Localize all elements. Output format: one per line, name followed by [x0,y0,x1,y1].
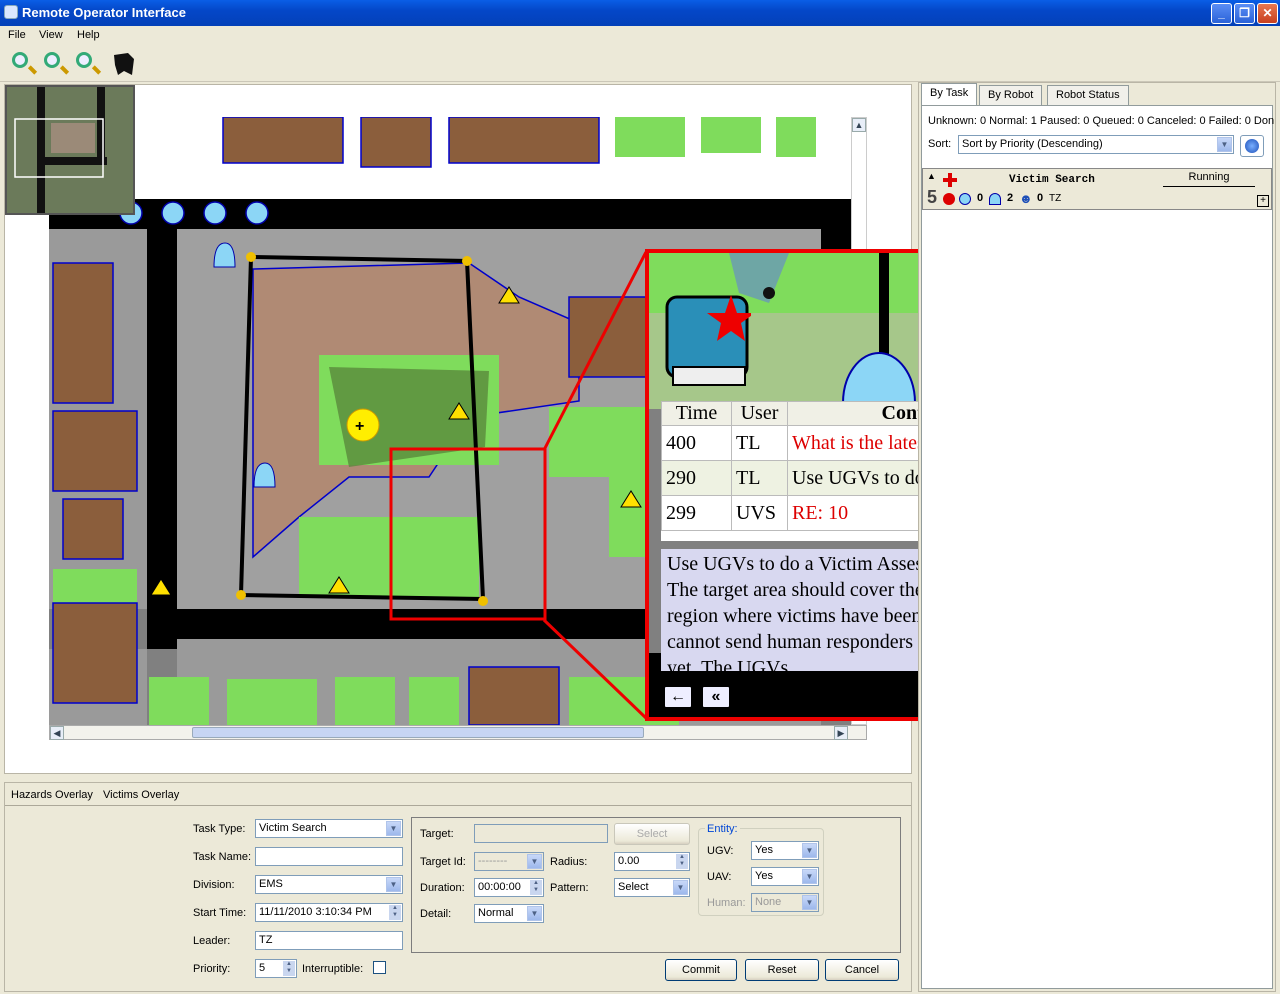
task-priority: 5 [927,187,938,207]
tab-victims-overlay[interactable]: Victims Overlay [103,789,179,801]
chevron-down-icon: ▼ [802,895,817,910]
uav-icon [989,193,1001,205]
uav-select[interactable]: Yes ▼ [751,867,819,886]
task-name-input[interactable] [255,847,403,866]
pattern-select[interactable]: Select ▼ [614,878,690,897]
duration-label: Duration: [420,882,465,894]
chevron-down-icon: ▼ [386,877,401,892]
col-time[interactable]: Time [661,401,732,426]
task-status: Running [1163,171,1255,187]
ugv-label: UGV: [707,845,734,857]
entity-label: Entity: [705,823,740,835]
no-entry-icon [943,193,955,205]
tab-hazards-overlay[interactable]: Hazards Overlay [11,789,93,801]
chevron-down-icon: ▼ [1217,137,1232,152]
tab-by-robot[interactable]: By Robot [979,85,1043,105]
task-name-label: Task Name: [193,851,252,863]
sort-select[interactable]: Sort by Priority (Descending) ▼ [958,135,1234,154]
pattern-label: Pattern: [550,882,589,894]
target-id-select[interactable]: -------- ▼ [474,852,544,871]
sort-label: Sort: [928,138,952,150]
commit-button[interactable]: Commit [665,959,737,981]
human-count: 0 [1037,192,1044,204]
task-form-panel: Hazards Overlay Victims Overlay Task Typ… [4,782,912,992]
spinner-icon[interactable]: ▲ ▼ [676,854,688,869]
chevron-down-icon: ▼ [527,906,542,921]
priority-label: Priority: [193,963,231,975]
radius-input[interactable]: 0.00 ▲ ▼ [614,852,690,871]
task-card[interactable]: ▲ Victim Search Running 5 0 2 ☻ 0 TZ + [922,168,1272,210]
spinner-icon[interactable]: ▲ ▼ [389,905,401,920]
target-select-button[interactable]: Select [614,823,690,845]
detail-select[interactable]: Normal ▼ [474,904,544,923]
chevron-down-icon: ▼ [802,843,817,858]
back-arrow-icon[interactable]: ← [663,685,693,709]
chevron-down-icon: ▼ [386,821,401,836]
globe-icon [1245,139,1259,153]
globe-button[interactable] [1240,135,1264,157]
task-type-label: Task Type: [193,823,246,835]
spinner-icon[interactable]: ▲ ▼ [530,880,542,895]
uav-count: 2 [1007,192,1014,204]
start-time-input[interactable]: 11/11/2010 3:10:34 PM ▲ ▼ [255,903,403,922]
chevron-down-icon: ▼ [673,880,688,895]
collapse-chat-icon[interactable]: « [701,685,731,709]
task-type-select[interactable]: Victim Search ▼ [255,819,403,838]
chevron-down-icon: ▼ [802,869,817,884]
uav-label: UAV: [707,871,732,883]
start-time-label: Start Time: [193,907,247,919]
expand-icon[interactable]: + [1257,195,1269,207]
chevron-down-icon: ▼ [527,854,542,869]
task-leader: TZ [1049,193,1062,204]
target-id-label: Target Id: [420,856,466,868]
collapse-icon[interactable]: ▲ [927,171,936,181]
leader-input[interactable]: TZ [255,931,403,950]
reset-button[interactable]: Reset [745,959,819,981]
interruptible-checkbox[interactable] [373,961,386,974]
ugv-count: 0 [977,192,984,204]
tab-robot-status[interactable]: Robot Status [1047,85,1129,105]
radius-label: Radius: [550,856,588,868]
target-label: Target: [420,828,454,840]
task-status-summary: Unknown: 0 Normal: 1 Paused: 0 Queued: 0… [928,115,1275,127]
leader-label: Leader: [193,935,231,947]
notebook-alert-icon[interactable] [665,289,755,389]
ugv-icon [959,193,971,205]
division-label: Division: [193,879,235,891]
task-panel: By Task By Robot Robot Status Unknown: 0… [918,82,1276,992]
human-select[interactable]: None ▼ [751,893,819,912]
medical-cross-icon [943,173,957,187]
duration-input[interactable]: 00:00:00 ▲ ▼ [474,878,544,897]
interruptible-label: Interruptible: [302,963,364,975]
col-user[interactable]: User [731,401,788,426]
task-name: Victim Search [1009,174,1095,186]
priority-input[interactable]: 5 ▲ ▼ [255,959,297,978]
ugv-select[interactable]: Yes ▼ [751,841,819,860]
human-label: Human: [707,897,746,909]
detail-label: Detail: [420,908,452,920]
human-icon: ☻ [1019,191,1033,206]
target-input[interactable] [474,824,608,843]
division-select[interactable]: EMS ▼ [255,875,403,894]
target-group: Target: Select Target Id: -------- ▼ Radi… [411,817,901,953]
cancel-button[interactable]: Cancel [825,959,899,981]
spinner-icon[interactable]: ▲ ▼ [283,961,295,976]
entity-group: Entity: UGV: Yes ▼ UAV: Yes ▼ Human: None ▼ [698,823,824,916]
tab-by-task[interactable]: By Task [921,83,978,106]
task-panel-body: Unknown: 0 Normal: 1 Paused: 0 Queued: 0… [921,105,1275,989]
